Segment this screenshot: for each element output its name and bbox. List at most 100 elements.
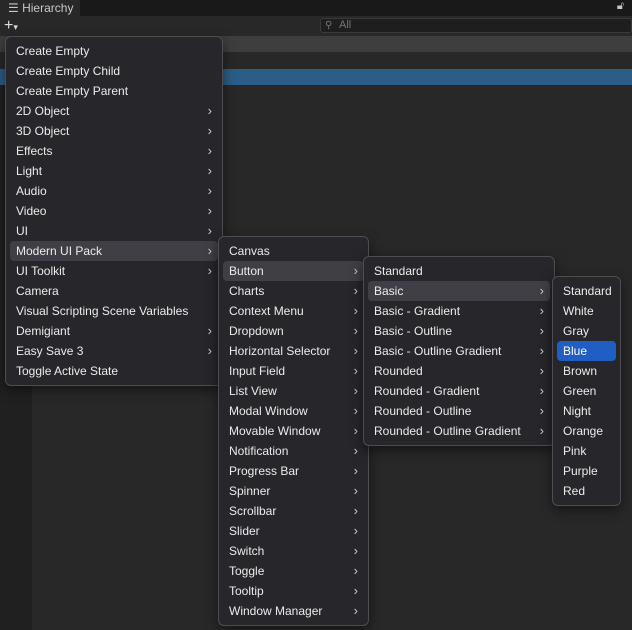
menu-item-3d-object[interactable]: 3D Object › [10, 121, 218, 141]
menu-item-ui-toolkit[interactable]: UI Toolkit › [10, 261, 218, 281]
menu-item-button[interactable]: Button › [223, 261, 364, 281]
menu-item-modal-window[interactable]: Modal Window › [223, 401, 364, 421]
menu-item-toggle-active-state[interactable]: Toggle Active State [10, 361, 218, 381]
menu-item-label: Create Empty [16, 44, 90, 58]
menu-item-green[interactable]: Green [557, 381, 616, 401]
chevron-right-icon: › [207, 323, 212, 338]
menu-item-label: Input Field [229, 364, 286, 378]
menu-item-effects[interactable]: Effects › [10, 141, 218, 161]
menu-item-demigiant[interactable]: Demigiant › [10, 321, 218, 341]
menu-item-label: Horizontal Selector [229, 344, 331, 358]
chevron-right-icon: › [539, 403, 544, 418]
menu-item-basic-outline[interactable]: Basic - Outline › [368, 321, 550, 341]
menu-item-brown[interactable]: Brown [557, 361, 616, 381]
menu-item-label: Video [16, 204, 47, 218]
chevron-right-icon: › [539, 323, 544, 338]
menu-item-dropdown[interactable]: Dropdown › [223, 321, 364, 341]
chevron-right-icon: › [353, 363, 358, 378]
menu-item-horizontal-selector[interactable]: Horizontal Selector › [223, 341, 364, 361]
menu-item-basic[interactable]: Basic › [368, 281, 550, 301]
menu-item-create-empty[interactable]: Create Empty [10, 41, 218, 61]
menu-item-label: Light [16, 164, 43, 178]
menu-item-purple[interactable]: Purple [557, 461, 616, 481]
menu-item-red[interactable]: Red [557, 481, 616, 501]
menu-item-progress-bar[interactable]: Progress Bar › [223, 461, 364, 481]
menu-item-movable-window[interactable]: Movable Window › [223, 421, 364, 441]
menu-item-gray[interactable]: Gray [557, 321, 616, 341]
chevron-right-icon: › [207, 163, 212, 178]
menu-item-standard[interactable]: Standard [368, 261, 550, 281]
chevron-right-icon: › [353, 463, 358, 478]
search-icon: ⚲ [325, 20, 333, 31]
menu-item-light[interactable]: Light › [10, 161, 218, 181]
menu-item-spinner[interactable]: Spinner › [223, 481, 364, 501]
menu-item-basic-gradient[interactable]: Basic - Gradient › [368, 301, 550, 321]
menu-item-2d-object[interactable]: 2D Object › [10, 101, 218, 121]
menu-item-window-manager[interactable]: Window Manager › [223, 601, 364, 621]
menu-item-standard[interactable]: Standard [557, 281, 616, 301]
menu-item-label: Dropdown [229, 324, 284, 338]
chevron-right-icon: › [207, 103, 212, 118]
menu-item-create-empty-parent[interactable]: Create Empty Parent [10, 81, 218, 101]
menu-item-modern-ui-pack[interactable]: Modern UI Pack › [10, 241, 218, 261]
menu-item-label: White [563, 304, 594, 318]
menu-item-slider[interactable]: Slider › [223, 521, 364, 541]
menu-item-label: Pink [563, 444, 587, 458]
menu-item-list-view[interactable]: List View › [223, 381, 364, 401]
menu-item-rounded-outline[interactable]: Rounded - Outline › [368, 401, 550, 421]
menu-item-label: Visual Scripting Scene Variables [16, 304, 189, 318]
menu-item-label: Spinner [229, 484, 271, 498]
chevron-right-icon: › [207, 343, 212, 358]
menu-item-label: Canvas [229, 244, 270, 258]
menu-item-toggle[interactable]: Toggle › [223, 561, 364, 581]
add-dropdown-button[interactable]: +▾ [4, 16, 18, 37]
menu-item-orange[interactable]: Orange [557, 421, 616, 441]
menu-item-label: UI Toolkit [16, 264, 66, 278]
list-icon: ☰ [8, 1, 23, 15]
menu-item-context-menu[interactable]: Context Menu › [223, 301, 364, 321]
menu-item-label: Notification [229, 444, 289, 458]
menu-item-rounded[interactable]: Rounded › [368, 361, 550, 381]
menu-item-label: Movable Window [229, 424, 321, 438]
menu-item-create-empty-child[interactable]: Create Empty Child [10, 61, 218, 81]
menu-item-basic-outline-gradient[interactable]: Basic - Outline Gradient › [368, 341, 550, 361]
menu-item-scrollbar[interactable]: Scrollbar › [223, 501, 364, 521]
menu-item-label: Scrollbar [229, 504, 277, 518]
chevron-right-icon: › [353, 263, 358, 278]
menu-item-notification[interactable]: Notification › [223, 441, 364, 461]
menu-item-rounded-outline-gradient[interactable]: Rounded - Outline Gradient › [368, 421, 550, 441]
menu-item-charts[interactable]: Charts › [223, 281, 364, 301]
menu-item-easy-save-3[interactable]: Easy Save 3 › [10, 341, 218, 361]
basic-submenu: Standard White Gray Blue Brown Green Night Oran… [552, 276, 621, 506]
menu-item-canvas[interactable]: Canvas [223, 241, 364, 261]
menu-item-camera[interactable]: Camera [10, 281, 218, 301]
chevron-right-icon: › [539, 343, 544, 358]
chevron-right-icon: › [353, 403, 358, 418]
menu-item-video[interactable]: Video › [10, 201, 218, 221]
menu-item-label: Night [563, 404, 592, 418]
menu-item-label: UI [16, 224, 28, 238]
chevron-right-icon: › [353, 523, 358, 538]
menu-item-visual-scripting-scene-variables[interactable]: Visual Scripting Scene Variables [10, 301, 218, 321]
menu-item-label: List View [229, 384, 277, 398]
menu-item-switch[interactable]: Switch › [223, 541, 364, 561]
menu-item-label: Rounded - Outline Gradient [374, 424, 521, 438]
hierarchy-tab[interactable]: ☰ Hierarchy [0, 0, 80, 16]
chevron-right-icon: › [353, 303, 358, 318]
menu-item-ui[interactable]: UI › [10, 221, 218, 241]
chevron-right-icon: › [539, 283, 544, 298]
lock-icon[interactable]: 🔓︎ [617, 0, 624, 13]
chevron-right-icon: › [207, 143, 212, 158]
menu-item-audio[interactable]: Audio › [10, 181, 218, 201]
menu-item-pink[interactable]: Pink [557, 441, 616, 461]
search-input[interactable]: ⚲ All [320, 18, 632, 33]
menu-item-night[interactable]: Night [557, 401, 616, 421]
menu-item-blue[interactable]: Blue [557, 341, 616, 361]
chevron-right-icon: › [353, 603, 358, 618]
menu-item-white[interactable]: White [557, 301, 616, 321]
menu-item-rounded-gradient[interactable]: Rounded - Gradient › [368, 381, 550, 401]
menu-item-label: Window Manager [229, 604, 323, 618]
menu-item-input-field[interactable]: Input Field › [223, 361, 364, 381]
chevron-right-icon: › [539, 383, 544, 398]
menu-item-tooltip[interactable]: Tooltip › [223, 581, 364, 601]
